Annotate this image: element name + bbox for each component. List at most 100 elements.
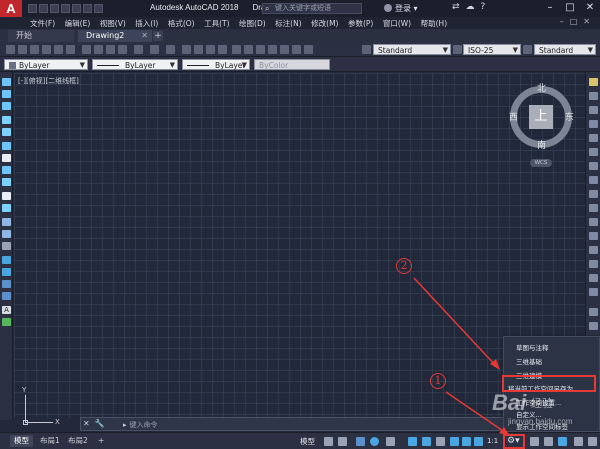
sheet-set-icon[interactable] <box>268 45 277 54</box>
gradient-icon[interactable] <box>2 268 11 276</box>
add-layout-icon[interactable]: + <box>94 435 108 447</box>
command-line[interactable]: ✕🔧 ▸ 键入命令 <box>80 417 504 431</box>
tool-palettes-icon[interactable] <box>256 45 265 54</box>
arc-icon[interactable] <box>2 142 11 150</box>
rotate-icon[interactable] <box>589 162 598 170</box>
model-space-button[interactable]: 模型 <box>300 436 315 447</box>
linear-dim-icon[interactable] <box>589 308 598 316</box>
tab-model[interactable]: 模型 <box>10 435 33 447</box>
grid-icon[interactable] <box>324 437 333 446</box>
open-file-icon[interactable] <box>18 45 27 54</box>
zoom-previous-icon[interactable] <box>218 45 227 54</box>
paste-icon[interactable] <box>106 45 115 54</box>
undo-icon[interactable] <box>83 4 92 13</box>
explode-icon[interactable] <box>589 288 598 296</box>
dim-style-select[interactable]: ISO-25 ▼ <box>463 44 521 55</box>
otrack-icon[interactable] <box>422 437 431 446</box>
mirror-icon[interactable] <box>589 106 598 114</box>
extend-icon[interactable] <box>589 218 598 226</box>
polar-icon[interactable] <box>370 437 379 446</box>
text-style-select[interactable]: Standard ▼ <box>373 44 451 55</box>
wcs-menu[interactable]: WCS <box>530 159 552 167</box>
revcloud-icon[interactable] <box>2 166 11 174</box>
exchange-icon[interactable]: ⇄ <box>452 2 460 12</box>
xline-icon[interactable] <box>2 90 11 98</box>
auto-scale-icon[interactable] <box>462 437 471 446</box>
snap-icon[interactable] <box>338 437 347 446</box>
customization-icon[interactable] <box>588 437 597 446</box>
menu-file[interactable]: 文件(F) <box>30 18 55 29</box>
menu-modify[interactable]: 修改(M) <box>311 18 338 29</box>
viewport-controls[interactable]: [-][俯视][二维线框] <box>18 76 79 86</box>
pan-icon[interactable] <box>182 45 191 54</box>
isodraft-icon[interactable] <box>386 437 395 446</box>
polyline-icon[interactable] <box>2 102 11 110</box>
preview-icon[interactable] <box>54 45 63 54</box>
break-icon[interactable] <box>589 232 598 240</box>
search-input[interactable]: ⌕ 键入关键字或短语 <box>262 3 362 14</box>
layer-color-select[interactable]: ByLayer ▼ <box>4 59 88 70</box>
tab-layout2[interactable]: 布局2 <box>64 435 92 447</box>
a360-icon[interactable]: ☁ <box>466 2 475 12</box>
menu-edit[interactable]: 编辑(E) <box>65 18 91 29</box>
tab-close-icon[interactable]: ✕ <box>141 30 148 42</box>
compass-south[interactable]: 南 <box>537 138 546 151</box>
table-icon[interactable] <box>2 292 11 300</box>
aligned-dim-icon[interactable] <box>589 322 598 330</box>
table-style-select[interactable]: Standard ▼ <box>534 44 596 55</box>
hatch-icon[interactable] <box>2 256 11 264</box>
menu-view[interactable]: 视图(V) <box>100 18 126 29</box>
new-tab-button[interactable]: + <box>153 31 163 41</box>
open-icon[interactable] <box>39 4 48 13</box>
lineweight-toggle-icon[interactable] <box>436 437 445 446</box>
join-icon[interactable] <box>589 246 598 254</box>
undo-tb-icon[interactable] <box>150 45 159 54</box>
polygon-icon[interactable] <box>2 116 11 124</box>
new-icon[interactable] <box>28 4 37 13</box>
isolate-objects-icon[interactable] <box>558 437 567 446</box>
clean-screen-icon[interactable] <box>574 437 583 446</box>
add-selected-icon[interactable] <box>2 318 11 326</box>
help-tb-icon[interactable] <box>304 45 313 54</box>
scale-icon[interactable] <box>589 176 598 184</box>
copy-object-icon[interactable] <box>589 92 598 100</box>
menu-insert[interactable]: 插入(I) <box>135 18 158 29</box>
chamfer-icon[interactable] <box>589 260 598 268</box>
tab-drawing2[interactable]: Drawing2 ✕ <box>78 30 152 42</box>
menu-dimension[interactable]: 标注(N) <box>275 18 301 29</box>
doc-window-controls[interactable]: –□✕ <box>560 17 596 26</box>
erase-icon[interactable] <box>589 78 598 86</box>
ortho-icon[interactable] <box>356 437 365 446</box>
plot-style-select[interactable]: ByColor <box>254 59 330 70</box>
redo-tb-icon[interactable] <box>166 45 175 54</box>
array-icon[interactable] <box>589 134 598 142</box>
units-icon[interactable] <box>544 437 553 446</box>
command-input[interactable]: ▸ 键入命令 <box>123 420 158 430</box>
autocad-logo-icon[interactable]: A <box>0 0 22 17</box>
print-icon[interactable] <box>72 4 81 13</box>
drawing-canvas[interactable] <box>14 73 585 418</box>
qnew-icon[interactable] <box>6 45 15 54</box>
block-icon[interactable] <box>134 45 143 54</box>
fillet-icon[interactable] <box>589 274 598 282</box>
annotation-monitor-icon[interactable] <box>530 437 539 446</box>
minimize-icon[interactable]: – <box>540 0 560 17</box>
tab-start[interactable]: 开始 <box>8 30 74 42</box>
region-icon[interactable] <box>2 280 11 288</box>
stretch-icon[interactable] <box>589 190 598 198</box>
mtext-icon[interactable]: A <box>2 306 11 314</box>
workspace-switch-button[interactable]: ⚙▾ <box>503 434 525 449</box>
zoom-realtime-icon[interactable] <box>194 45 203 54</box>
save-icon[interactable] <box>50 4 59 13</box>
command-line-controls[interactable]: ✕🔧 <box>83 419 110 428</box>
point-icon[interactable] <box>2 242 11 250</box>
menu-format[interactable]: 格式(O) <box>168 18 195 29</box>
tab-layout1[interactable]: 布局1 <box>36 435 64 447</box>
saveas-icon[interactable] <box>61 4 70 13</box>
copy-icon[interactable] <box>94 45 103 54</box>
menu-help[interactable]: 帮助(H) <box>421 18 448 29</box>
properties-icon[interactable] <box>232 45 241 54</box>
linetype-select[interactable]: ByLayer ▼ <box>92 59 178 70</box>
compass-east[interactable]: 东 <box>565 110 574 123</box>
publish-icon[interactable] <box>66 45 75 54</box>
